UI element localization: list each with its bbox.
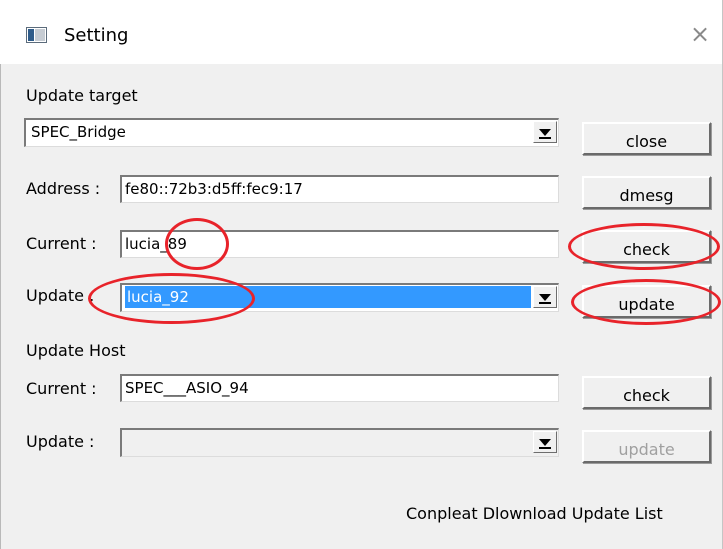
host-current-label: Current : <box>26 379 97 398</box>
annotation-oval <box>568 223 720 270</box>
address-field[interactable]: fe80::72b3:d5ff:fec9:17 <box>120 175 559 203</box>
close-button[interactable]: close <box>582 122 711 155</box>
update-host-heading: Update Host <box>26 341 126 360</box>
annotation-oval <box>88 273 255 324</box>
host-update-select-value <box>125 431 129 453</box>
update-target-select-value: SPEC_Bridge <box>31 123 126 141</box>
dropdown-arrow-icon[interactable] <box>533 286 557 308</box>
dmesg-button[interactable]: dmesg <box>582 176 711 209</box>
annotation-oval <box>165 218 229 270</box>
host-update-button[interactable]: update <box>582 430 711 463</box>
dropdown-arrow-icon[interactable] <box>533 431 557 453</box>
update-target-select[interactable]: SPEC_Bridge <box>24 118 559 147</box>
host-check-button[interactable]: check <box>582 376 711 409</box>
update-target-heading: Update target <box>26 86 138 105</box>
address-label: Address : <box>26 179 101 198</box>
target-current-label: Current : <box>26 234 97 253</box>
target-update-label: Update : <box>26 286 95 305</box>
host-current-field[interactable]: SPEC___ASIO_94 <box>120 374 559 402</box>
dropdown-arrow-icon[interactable] <box>533 121 557 143</box>
annotation-oval <box>571 279 721 325</box>
close-icon[interactable]: × <box>684 16 716 52</box>
host-update-select[interactable] <box>120 428 559 457</box>
host-update-label: Update : <box>26 432 95 451</box>
app-window-icon <box>26 27 47 43</box>
window-title: Setting <box>64 25 129 46</box>
status-message: Conpleat Dlownload Update List <box>406 504 663 523</box>
